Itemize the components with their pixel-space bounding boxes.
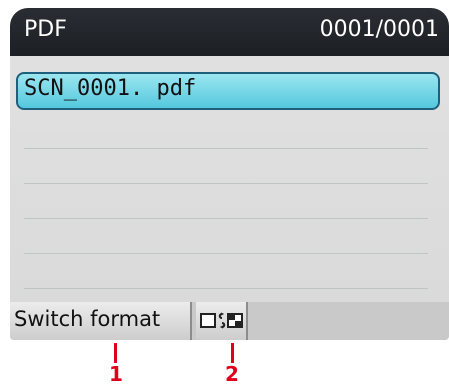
switch-format-label: Switch format xyxy=(14,307,161,331)
callout-number-1: 1 xyxy=(109,362,123,386)
switch-format-button[interactable]: Switch format xyxy=(10,302,192,340)
file-list-item-selected[interactable]: SCN_0001. pdf xyxy=(16,72,440,110)
screen-title: PDF xyxy=(24,17,67,42)
callout-line-2 xyxy=(231,343,234,363)
file-counter: 0001/0001 xyxy=(319,17,439,42)
lcd-screen: PDF 0001/0001 SCN_0001. pdf Switch forma… xyxy=(10,8,449,340)
callout-line-1 xyxy=(114,343,117,363)
file-name: SCN_0001. pdf xyxy=(24,76,197,101)
list-divider xyxy=(24,148,428,149)
view-toggle-button[interactable] xyxy=(196,302,248,340)
view-toggle-icon xyxy=(200,312,243,329)
list-divider xyxy=(24,288,428,289)
callout-number-2: 2 xyxy=(225,362,239,386)
list-divider xyxy=(24,253,428,254)
title-bar: PDF 0001/0001 xyxy=(10,8,449,56)
function-button-bar: Switch format xyxy=(10,302,449,340)
list-divider xyxy=(24,218,428,219)
list-divider xyxy=(24,183,428,184)
